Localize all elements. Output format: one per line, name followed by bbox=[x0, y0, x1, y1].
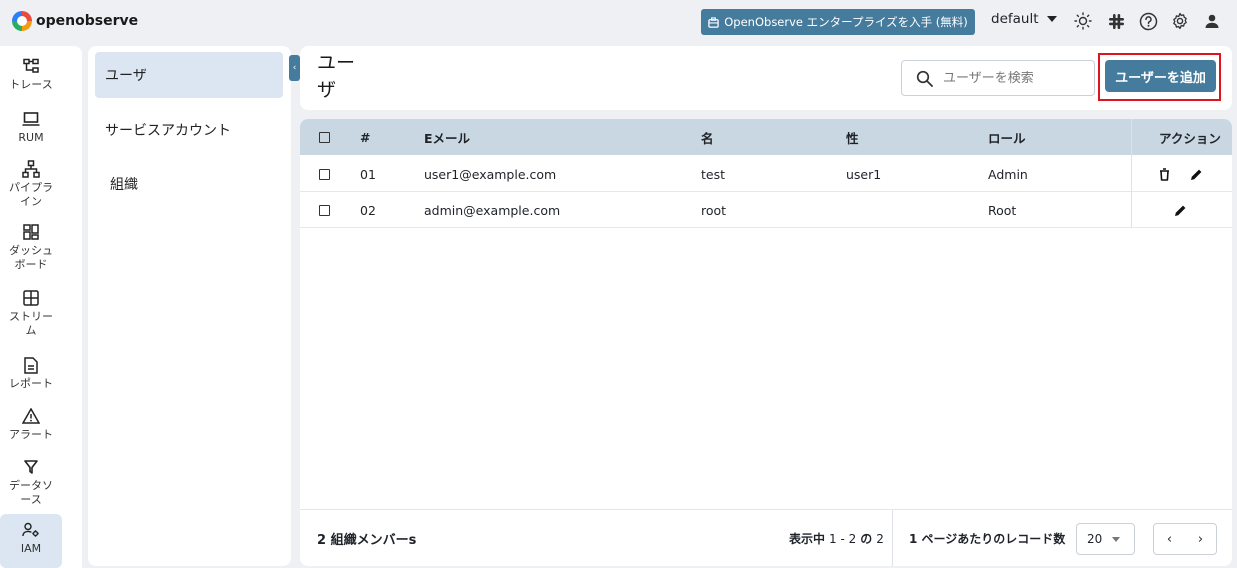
logo[interactable]: openobserve bbox=[12, 11, 138, 31]
row-first-name: test bbox=[701, 166, 726, 182]
showing-range: 1 - 2 bbox=[829, 531, 857, 546]
previous-page-button[interactable]: ‹ bbox=[1154, 524, 1185, 554]
iam-submenu: ユーザ サービスアカウント 組織 bbox=[88, 46, 291, 566]
left-nav: トレース RUM パイプライン ダッシュボード ストリーム レポート アラート … bbox=[0, 46, 82, 568]
row-email: user1@example.com bbox=[424, 166, 557, 182]
user-avatar-icon[interactable] bbox=[1201, 10, 1223, 32]
nav-item-alert[interactable]: アラート bbox=[0, 406, 62, 442]
submenu-item-service-accounts[interactable]: サービスアカウント bbox=[95, 107, 283, 153]
top-bar: openobserve OpenObserve エンタープライズを入手 (無料)… bbox=[0, 0, 1237, 42]
next-page-button[interactable]: › bbox=[1185, 524, 1216, 554]
search-icon bbox=[916, 70, 933, 87]
chevron-down-icon bbox=[1046, 16, 1057, 22]
traces-icon bbox=[23, 56, 39, 76]
nav-label: IAM bbox=[20, 542, 42, 555]
nav-item-dashboard[interactable]: ダッシュボード bbox=[0, 222, 62, 272]
logo-mark-icon bbox=[12, 11, 32, 31]
nav-label: RUM bbox=[18, 131, 44, 144]
records-per-page-label: 1 ページあたりのレコード数 bbox=[909, 532, 1066, 546]
get-enterprise-label: OpenObserve エンタープライズを入手 (無料) bbox=[724, 15, 968, 29]
submenu-label: 組織 bbox=[110, 177, 138, 193]
nav-item-iam[interactable]: IAM bbox=[0, 514, 62, 568]
column-header-role[interactable]: ロール bbox=[988, 119, 1026, 155]
settings-gear-icon[interactable] bbox=[1169, 10, 1191, 32]
row-role: Admin bbox=[988, 166, 1028, 182]
select-all-checkbox[interactable] bbox=[319, 119, 330, 155]
search-field[interactable] bbox=[901, 60, 1095, 96]
org-select[interactable]: default bbox=[991, 11, 1057, 27]
table-header-row: # Eメール 名 性 ロール アクション bbox=[300, 119, 1232, 155]
row-number: 01 bbox=[360, 166, 376, 182]
nav-item-rum[interactable]: RUM bbox=[0, 109, 62, 145]
help-icon[interactable] bbox=[1137, 10, 1159, 32]
nav-label: レポート bbox=[9, 377, 53, 390]
collapse-submenu-button[interactable]: ‹ bbox=[289, 55, 300, 81]
nav-label: データソース bbox=[9, 479, 53, 506]
column-header-first-name[interactable]: 名 bbox=[701, 119, 714, 155]
chevron-right-icon: › bbox=[1197, 531, 1204, 547]
table-row[interactable]: 02 admin@example.com root Root bbox=[300, 192, 1232, 228]
pagination-controls: ‹ › bbox=[1153, 523, 1217, 555]
org-select-value: default bbox=[991, 11, 1039, 27]
table-footer: 2 組織メンバーs 表示中 1 - 2 の 2 1 ページあたりのレコード数 2… bbox=[300, 509, 1232, 566]
row-checkbox[interactable] bbox=[319, 192, 330, 228]
showing-of: の bbox=[860, 532, 873, 546]
nav-item-pipeline[interactable]: パイプライン bbox=[0, 159, 62, 209]
search-input[interactable] bbox=[943, 70, 1083, 86]
submenu-label: ユーザ bbox=[105, 68, 147, 84]
row-role: Root bbox=[988, 202, 1017, 218]
column-header-number[interactable]: # bbox=[360, 119, 370, 155]
nav-item-traces[interactable]: トレース bbox=[0, 56, 62, 92]
column-header-email[interactable]: Eメール bbox=[424, 119, 470, 155]
nav-label: ダッシュボード bbox=[9, 244, 53, 271]
per-page-value: 20 bbox=[1087, 532, 1103, 546]
row-first-name: root bbox=[701, 202, 727, 218]
rum-icon bbox=[22, 109, 40, 129]
theme-toggle-icon[interactable] bbox=[1072, 10, 1094, 32]
enterprise-badge-icon bbox=[708, 16, 719, 28]
iam-icon bbox=[22, 520, 40, 540]
row-last-name: user1 bbox=[846, 166, 882, 182]
submenu-item-users[interactable]: ユーザ bbox=[95, 52, 283, 98]
row-number: 02 bbox=[360, 202, 376, 218]
showing-prefix: 表示中 bbox=[789, 532, 826, 546]
dashboard-icon bbox=[23, 222, 39, 242]
pipeline-icon bbox=[22, 159, 40, 179]
nav-label: アラート bbox=[9, 428, 53, 441]
nav-item-streams[interactable]: ストリーム bbox=[0, 288, 62, 338]
pagination-summary: 表示中 1 - 2 の 2 bbox=[789, 510, 884, 566]
report-icon bbox=[24, 355, 38, 375]
add-user-button[interactable]: ユーザーを追加 bbox=[1105, 60, 1216, 92]
nav-item-report[interactable]: レポート bbox=[0, 355, 62, 391]
chevron-left-icon: ‹ bbox=[1166, 531, 1173, 547]
showing-total: 2 bbox=[876, 531, 884, 546]
nav-item-datasource[interactable]: データソース bbox=[0, 457, 62, 507]
alert-icon bbox=[22, 406, 40, 426]
column-header-last-name[interactable]: 性 bbox=[846, 119, 859, 155]
get-enterprise-button[interactable]: OpenObserve エンタープライズを入手 (無料) bbox=[701, 9, 975, 35]
records-per-page-select[interactable]: 20 bbox=[1076, 523, 1135, 555]
submenu-label: サービスアカウント bbox=[105, 123, 231, 139]
member-count: 2 組織メンバーs bbox=[317, 533, 417, 548]
page-title: ユーザ bbox=[317, 52, 356, 101]
submenu-item-organizations[interactable]: 組織 bbox=[95, 161, 283, 207]
slack-icon[interactable] bbox=[1105, 10, 1127, 32]
chevron-down-icon bbox=[1112, 536, 1121, 542]
streams-icon bbox=[23, 288, 39, 308]
logo-text: openobserve bbox=[36, 13, 139, 29]
nav-label: パイプライン bbox=[9, 181, 53, 208]
page-header: ユーザ ユーザーを追加 bbox=[300, 46, 1232, 110]
table-row[interactable]: 01 user1@example.com test user1 Admin bbox=[300, 156, 1232, 192]
row-checkbox[interactable] bbox=[319, 156, 330, 192]
row-email: admin@example.com bbox=[424, 202, 561, 218]
users-table: # Eメール 名 性 ロール アクション 01 user1@example.co… bbox=[300, 119, 1232, 566]
nav-label: トレース bbox=[9, 78, 53, 91]
chevron-left-icon: ‹ bbox=[292, 63, 297, 73]
nav-label: ストリーム bbox=[9, 310, 53, 337]
filter-icon bbox=[24, 457, 38, 477]
actions-column-divider bbox=[1131, 119, 1232, 227]
